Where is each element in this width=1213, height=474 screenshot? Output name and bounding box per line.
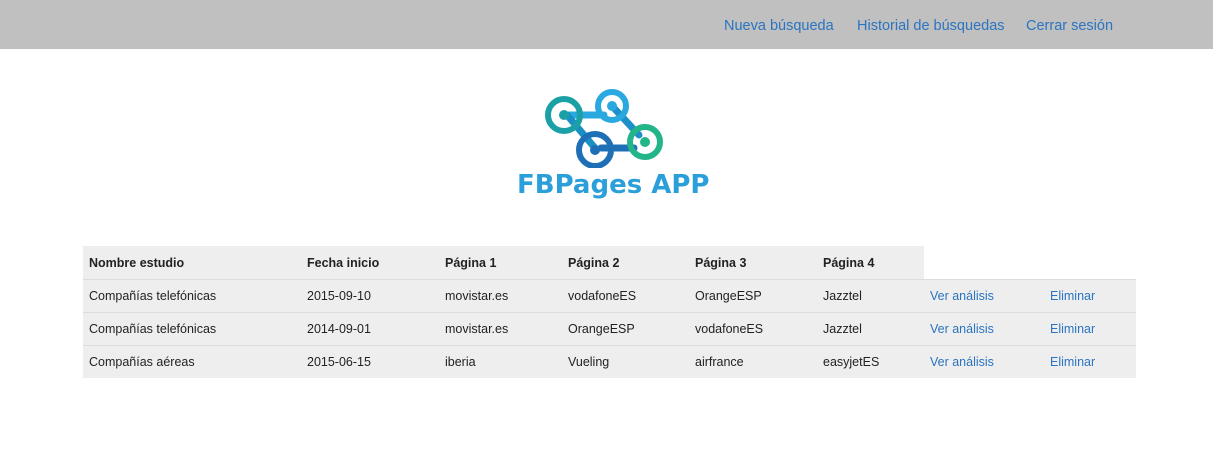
view-analysis-link[interactable]: Ver análisis [930,355,994,369]
cell-page-1: movistar.es [439,312,562,346]
header-page-1: Página 1 [445,255,497,270]
nav-new-search-link[interactable]: Nueva búsqueda [724,18,834,34]
view-analysis-link[interactable]: Ver análisis [930,322,994,336]
delete-link[interactable]: Eliminar [1050,355,1095,369]
table-row: Compañías telefónicas 2015-09-10 movista… [83,279,1136,313]
delete-link[interactable]: Eliminar [1050,289,1095,303]
cell-start-date: 2015-06-15 [301,345,439,378]
table-header-row: Nombre estudio Fecha inicio Página 1 Pág… [83,246,1136,280]
cell-view-analysis: Ver análisis [924,345,1044,378]
cell-page-3: OrangeESP [689,279,817,313]
delete-link[interactable]: Eliminar [1050,322,1095,336]
cell-view-analysis: Ver análisis [924,279,1044,313]
cell-delete: Eliminar [1044,279,1136,313]
cell-page-4: easyjetES [817,345,924,378]
header-page-3: Página 3 [695,255,747,270]
header-study-name: Nombre estudio [89,255,185,270]
cell-delete: Eliminar [1044,345,1136,378]
studies-table: Nombre estudio Fecha inicio Página 1 Pág… [83,246,1136,378]
nav-search-history-link[interactable]: Historial de búsquedas [857,18,1005,34]
cell-page-4: Jazztel [817,312,924,346]
cell-start-date: 2015-09-10 [301,279,439,313]
view-analysis-link[interactable]: Ver análisis [930,289,994,303]
cell-page-1: iberia [439,345,562,378]
header-start-date: Fecha inicio [307,255,380,270]
cell-page-2: OrangeESP [562,312,689,346]
cell-page-2: vodafoneES [562,279,689,313]
cell-page-3: vodafoneES [689,312,817,346]
cell-study-name: Compañías telefónicas [83,312,301,346]
cell-study-name: Compañías telefónicas [83,279,301,313]
cell-page-2: Vueling [562,345,689,378]
cell-page-4: Jazztel [817,279,924,313]
header-delete-column [1044,246,1136,280]
header-page-2: Página 2 [568,255,620,270]
molecule-logo-icon [545,89,663,168]
cell-delete: Eliminar [1044,312,1136,346]
cell-page-3: airfrance [689,345,817,378]
top-navbar: Nueva búsqueda Historial de búsquedas Ce… [0,0,1213,49]
table-row: Compañías telefónicas 2014-09-01 movista… [83,312,1136,346]
cell-study-name: Compañías aéreas [83,345,301,378]
logo-text: FBPages APP [517,170,710,200]
cell-view-analysis: Ver análisis [924,312,1044,346]
nav-logout-link[interactable]: Cerrar sesión [1026,18,1113,34]
header-page-4: Página 4 [823,255,875,270]
app-logo: FBPages APP [517,88,710,200]
header-view-column [924,246,1044,280]
cell-page-1: movistar.es [439,279,562,313]
cell-start-date: 2014-09-01 [301,312,439,346]
table-row: Compañías aéreas 2015-06-15 iberia Vueli… [83,345,1136,378]
studies-table-container: Nombre estudio Fecha inicio Página 1 Pág… [83,246,1136,378]
